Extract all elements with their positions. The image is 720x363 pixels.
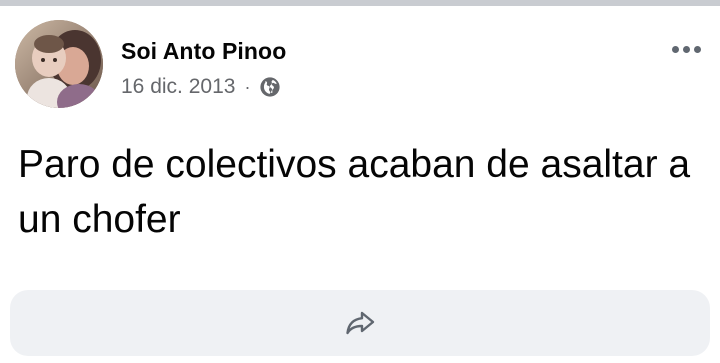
more-options-dot [682, 45, 690, 53]
author-name[interactable]: Soi Anto Pinoo [121, 38, 286, 65]
share-button[interactable] [10, 290, 710, 356]
post-card: Soi Anto Pinoo 16 dic. 2013 · Paro de co… [0, 6, 720, 363]
post-text: Paro de colectivos acaban de asaltar a u… [18, 143, 691, 241]
globe-icon [260, 77, 281, 97]
meta-separator: · [244, 76, 251, 97]
avatar[interactable] [15, 20, 103, 108]
avatar-photo [15, 20, 103, 108]
share-arrow-icon [346, 311, 375, 335]
more-options-button[interactable] [666, 36, 706, 62]
more-options-dot [693, 45, 701, 53]
more-options-icon [671, 45, 679, 53]
post-date[interactable]: 16 dic. 2013 [121, 75, 235, 99]
post-meta: 16 dic. 2013 · [121, 74, 281, 100]
